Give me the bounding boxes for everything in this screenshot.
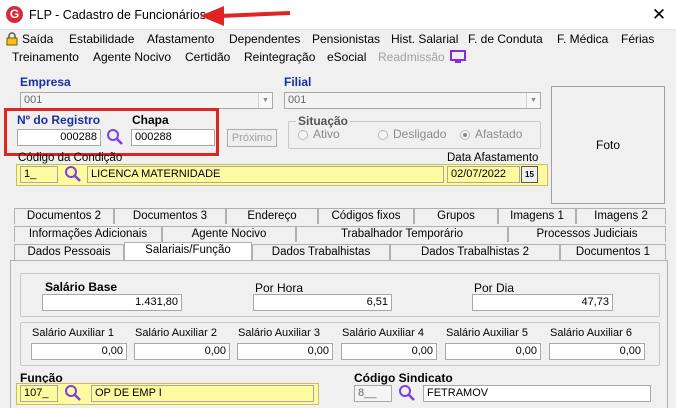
menu-f-conduta[interactable]: F. de Conduta (468, 31, 543, 47)
radio-desligado-label: Desligado (393, 127, 447, 141)
tab-documentos-3[interactable]: Documentos 3 (114, 208, 226, 224)
radio-ativo[interactable] (298, 130, 308, 140)
tab-trabalhador-temporario[interactable]: Trabalhador Temporário (296, 226, 508, 242)
tab-imagens-2[interactable]: Imagens 2 (576, 208, 666, 224)
window-title: FLP - Cadastro de Funcionários (29, 8, 206, 22)
menu-estabilidade[interactable]: Estabilidade (69, 31, 134, 47)
photo-label: Foto (595, 138, 620, 152)
funcao-code-input[interactable]: 107_ (20, 385, 58, 402)
chevron-down-icon[interactable]: ▼ (526, 93, 540, 108)
aux-5-input[interactable]: 0,00 (445, 343, 541, 360)
empresa-select[interactable]: 001 ▼ (20, 92, 273, 109)
sindicato-code-input[interactable]: 8__ (354, 385, 392, 402)
aux-4-input[interactable]: 0,00 (341, 343, 437, 360)
search-icon[interactable] (396, 384, 418, 402)
radio-ativo-label: Ativo (313, 127, 340, 141)
app-logo-icon: G (6, 6, 23, 23)
sindicato-label: Código Sindicato (354, 371, 453, 385)
menu-treinamento[interactable]: Treinamento (12, 49, 79, 65)
proximo-button[interactable]: Próximo (227, 129, 277, 147)
menu-certidao[interactable]: Certidão (185, 49, 230, 65)
filial-value: 001 (288, 94, 307, 106)
condicao-description: LICENCA MATERNIDADE (87, 166, 444, 183)
tab-dados-trabalhistas[interactable]: Dados Trabalhistas (252, 244, 390, 260)
tab-dados-trabalhistas-2[interactable]: Dados Trabalhistas 2 (390, 244, 560, 260)
menu-hist-salarial[interactable]: Hist. Salarial (391, 31, 458, 47)
filial-label: Filial (284, 75, 312, 89)
funcao-description: OP DE EMP I (91, 385, 314, 402)
menu-ferias[interactable]: Férias (621, 31, 654, 47)
tab-documentos-1[interactable]: Documentos 1 (560, 244, 666, 260)
empresa-value: 001 (24, 94, 43, 106)
condicao-code-input[interactable]: 1_ (20, 166, 58, 183)
tab-processos-judiciais[interactable]: Processos Judiciais (508, 226, 666, 242)
condicao-label: Código da Condição (18, 152, 123, 164)
menu-dependentes[interactable]: Dependentes (229, 31, 300, 47)
salario-base-input[interactable]: 1.431,80 (42, 294, 182, 311)
por-hora-label: Por Hora (255, 281, 304, 295)
menu-readmissao: Readmissão (378, 50, 445, 64)
menu-afastamento[interactable]: Afastamento (147, 31, 214, 47)
filial-select[interactable]: 001 ▼ (284, 92, 541, 109)
close-button[interactable]: ✕ (648, 5, 670, 25)
empresa-label: Empresa (20, 75, 71, 89)
chapa-input[interactable]: 000288 (131, 129, 215, 146)
por-dia-label: Por Dia (474, 281, 515, 295)
tab-imagens-1[interactable]: Imagens 1 (498, 208, 576, 224)
registro-label: Nº do Registro (17, 113, 101, 127)
data-afastamento-input[interactable]: 02/07/2022 (447, 166, 520, 183)
monitor-icon[interactable] (450, 50, 466, 64)
aux-3-input[interactable]: 0,00 (237, 343, 333, 360)
menu-saida[interactable]: Saída (22, 31, 53, 47)
menu-f-medica[interactable]: F. Médica (557, 31, 608, 47)
calendar-icon[interactable]: 15 (521, 166, 538, 183)
radio-afastado[interactable] (460, 130, 470, 140)
aux-1-label: Salário Auxiliar 1 (32, 327, 114, 339)
search-icon[interactable] (62, 165, 84, 183)
tab-agente-nocivo[interactable]: Agente Nocivo (162, 226, 296, 242)
aux-5-label: Salário Auxiliar 5 (446, 327, 528, 339)
aux-4-label: Salário Auxiliar 4 (342, 327, 424, 339)
tab-documentos-2[interactable]: Documentos 2 (14, 208, 114, 224)
tab-informacoes-adicionais[interactable]: Informações Adicionais (14, 226, 162, 242)
por-dia-input[interactable]: 47,73 (472, 294, 613, 311)
menu-pensionistas[interactable]: Pensionistas (312, 31, 380, 47)
registro-input[interactable]: 000288 (17, 129, 101, 146)
tab-grupos[interactable]: Grupos (414, 208, 498, 224)
tab-endereco[interactable]: Endereço (226, 208, 318, 224)
aux-6-input[interactable]: 0,00 (549, 343, 645, 360)
data-afastamento-label: Data Afastamento (447, 152, 539, 164)
menu-reintegracao[interactable]: Reintegração (244, 49, 315, 65)
aux-6-label: Salário Auxiliar 6 (550, 327, 632, 339)
search-icon[interactable] (104, 128, 126, 146)
chevron-down-icon[interactable]: ▼ (258, 93, 272, 108)
menu-agente-nocivo[interactable]: Agente Nocivo (93, 49, 171, 65)
title-bar: G FLP - Cadastro de Funcionários ✕ (0, 0, 676, 30)
tab-codigos-fixos[interactable]: Códigos fixos (318, 208, 414, 224)
aux-3-label: Salário Auxiliar 3 (238, 327, 320, 339)
annotation-arrow (200, 6, 291, 26)
sindicato-description: FETRAMOV (423, 385, 651, 402)
aux-2-input[interactable]: 0,00 (134, 343, 230, 360)
aux-1-input[interactable]: 0,00 (31, 343, 127, 360)
salario-base-label: Salário Base (45, 280, 118, 294)
radio-desligado[interactable] (378, 130, 388, 140)
por-hora-input[interactable]: 6,51 (253, 294, 392, 311)
situacao-label: Situação (296, 114, 351, 128)
lock-icon (6, 32, 18, 46)
chapa-label: Chapa (132, 113, 169, 127)
tab-dados-pessoais[interactable]: Dados Pessoais (14, 244, 124, 260)
photo-box[interactable]: Foto (551, 86, 665, 204)
tab-salariais-funcao[interactable]: Salariais/Função (124, 242, 252, 260)
search-icon[interactable] (62, 384, 84, 402)
radio-afastado-label: Afastado (475, 127, 523, 141)
menu-esocial[interactable]: eSocial (327, 49, 366, 65)
menu-bar: Saída Estabilidade Afastamento Dependent… (0, 30, 676, 68)
aux-2-label: Salário Auxiliar 2 (135, 327, 217, 339)
